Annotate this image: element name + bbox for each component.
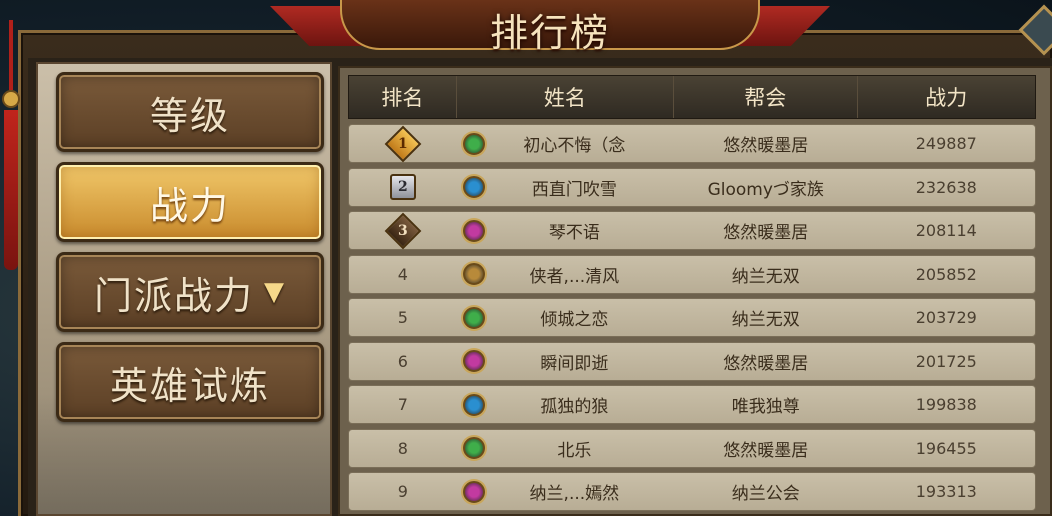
player-name: 纳兰,...嫣然 <box>529 484 620 504</box>
table-row[interactable]: 9 纳兰,...嫣然 纳兰公会 193313 <box>348 472 1036 511</box>
guild-cell: 唯我独尊 <box>731 397 800 417</box>
name-cell: 侠者,...清风 <box>457 256 674 293</box>
sect-emblem-icon <box>462 132 485 155</box>
rank-number: 2 <box>397 179 408 195</box>
power-cell: 201725 <box>915 351 977 371</box>
sect-emblem-icon <box>462 306 485 329</box>
sect-emblem-icon <box>462 437 485 459</box>
power-cell: 232638 <box>915 177 977 197</box>
rank-medal-icon: 3 <box>384 212 422 249</box>
title-banner: 排行榜 <box>270 0 830 55</box>
table-header: 排名 姓名 帮会 战力 <box>348 75 1036 119</box>
player-name: 侠者,...清风 <box>529 266 620 287</box>
player-name: 倾城之恋 <box>540 310 609 330</box>
rank-medal-icon: 1 <box>384 125 422 162</box>
rank-number: 9 <box>397 482 408 501</box>
guild-cell: 悠然暖墨居 <box>723 136 809 156</box>
guild-cell: 悠然暖墨居 <box>723 353 809 374</box>
tab-level-label: 等级 <box>149 93 230 138</box>
player-name: 瞬间即逝 <box>540 353 609 374</box>
sect-emblem-icon <box>462 263 485 285</box>
sect-emblem-icon <box>462 219 485 242</box>
power-cell: 196455 <box>915 438 977 458</box>
header-name: 姓名 <box>457 76 675 118</box>
tab-sect-power-label: 门派战力 <box>93 273 254 318</box>
rank-cell: 6 <box>349 343 457 380</box>
power-cell: 193313 <box>915 482 977 501</box>
table-row[interactable]: 7 孤独的狼 唯我独尊 199838 <box>348 385 1036 424</box>
tab-combat-power[interactable]: 战力 <box>56 162 324 242</box>
page-title: 排行榜 <box>489 11 610 55</box>
table-row[interactable]: 3 琴不语 悠然暖墨居 208114 <box>348 211 1036 250</box>
guild-cell: 纳兰无双 <box>731 266 800 287</box>
rank-number: 8 <box>397 438 408 458</box>
rank-cell: 4 <box>349 256 457 293</box>
power-cell: 199838 <box>915 395 977 414</box>
table-row[interactable]: 6 瞬间即逝 悠然暖墨居 201725 <box>348 341 1036 381</box>
rank-number: 3 <box>397 222 408 239</box>
tassel-knot <box>2 90 20 108</box>
player-name: 琴不语 <box>548 223 600 243</box>
name-cell: 孤独的狼 <box>457 386 674 423</box>
sect-emblem-icon <box>462 393 485 416</box>
tab-hero-trial-label: 英雄试炼 <box>109 363 270 408</box>
rank-number: 1 <box>397 135 408 152</box>
rank-cell: 8 <box>349 430 457 467</box>
header-rank: 排名 <box>349 76 457 118</box>
rank-number: 4 <box>397 264 408 284</box>
power-cell: 208114 <box>915 221 977 240</box>
power-cell: 249887 <box>915 134 977 153</box>
player-name: 孤独的狼 <box>540 397 609 417</box>
name-cell: 初心不悔（念 <box>457 125 674 162</box>
sect-emblem-icon <box>462 480 485 503</box>
tab-hero-trial[interactable]: 英雄试炼 <box>56 342 324 422</box>
guild-cell: Gloomyづ家族 <box>707 179 824 200</box>
power-cell: 205852 <box>915 264 977 284</box>
rank-cell: 1 <box>349 125 457 162</box>
guild-cell: 悠然暖墨居 <box>723 223 809 243</box>
player-name: 初心不悔（念 <box>523 136 626 156</box>
power-cell: 203729 <box>915 308 977 327</box>
sect-emblem-icon <box>462 350 485 372</box>
rank-cell: 9 <box>349 473 457 510</box>
tab-combat-power-label: 战力 <box>149 183 230 228</box>
rank-cell: 2 <box>349 169 457 206</box>
tab-sect-power[interactable]: 门派战力 ▼ <box>56 252 324 332</box>
guild-cell: 悠然暖墨居 <box>723 440 809 461</box>
name-cell: 西直门吹雪 <box>457 169 674 206</box>
rank-medal-icon: 2 <box>389 174 416 200</box>
name-cell: 琴不语 <box>457 212 674 249</box>
name-cell: 瞬间即逝 <box>457 343 674 380</box>
table-row[interactable]: 4 侠者,...清风 纳兰无双 205852 <box>348 254 1036 294</box>
rank-cell: 7 <box>349 386 457 423</box>
rank-cell: 5 <box>349 299 457 336</box>
guild-cell: 纳兰公会 <box>731 484 800 504</box>
table-row[interactable]: 2 西直门吹雪 Gloomyづ家族 232638 <box>348 167 1036 207</box>
rank-number: 7 <box>397 395 408 414</box>
table-row[interactable]: 5 倾城之恋 纳兰无双 203729 <box>348 298 1036 337</box>
ranking-list: 1 初心不悔（念 悠然暖墨居 249887 2 西直门吹雪 Gloomyづ家族 232638 3… <box>348 124 1036 516</box>
name-cell: 纳兰,...嫣然 <box>457 473 674 510</box>
table-row[interactable]: 8 北乐 悠然暖墨居 196455 <box>348 428 1036 468</box>
tassel-decoration <box>0 20 22 270</box>
header-guild: 帮会 <box>674 76 858 118</box>
tassel-fringe <box>4 110 18 270</box>
name-cell: 倾城之恋 <box>457 299 674 336</box>
name-cell: 北乐 <box>457 430 674 467</box>
player-name: 北乐 <box>557 440 592 461</box>
sect-emblem-icon <box>462 176 485 198</box>
guild-cell: 纳兰无双 <box>731 310 800 330</box>
rank-number: 6 <box>397 351 408 371</box>
player-name: 西直门吹雪 <box>531 179 617 200</box>
tab-level[interactable]: 等级 <box>56 72 324 152</box>
table-row[interactable]: 1 初心不悔（念 悠然暖墨居 249887 <box>348 124 1036 163</box>
tassel-rope <box>9 20 13 90</box>
rank-number: 5 <box>397 308 408 327</box>
rank-cell: 3 <box>349 212 457 249</box>
dropdown-arrow-icon[interactable]: ▼ <box>264 277 286 307</box>
header-power: 战力 <box>925 86 968 110</box>
